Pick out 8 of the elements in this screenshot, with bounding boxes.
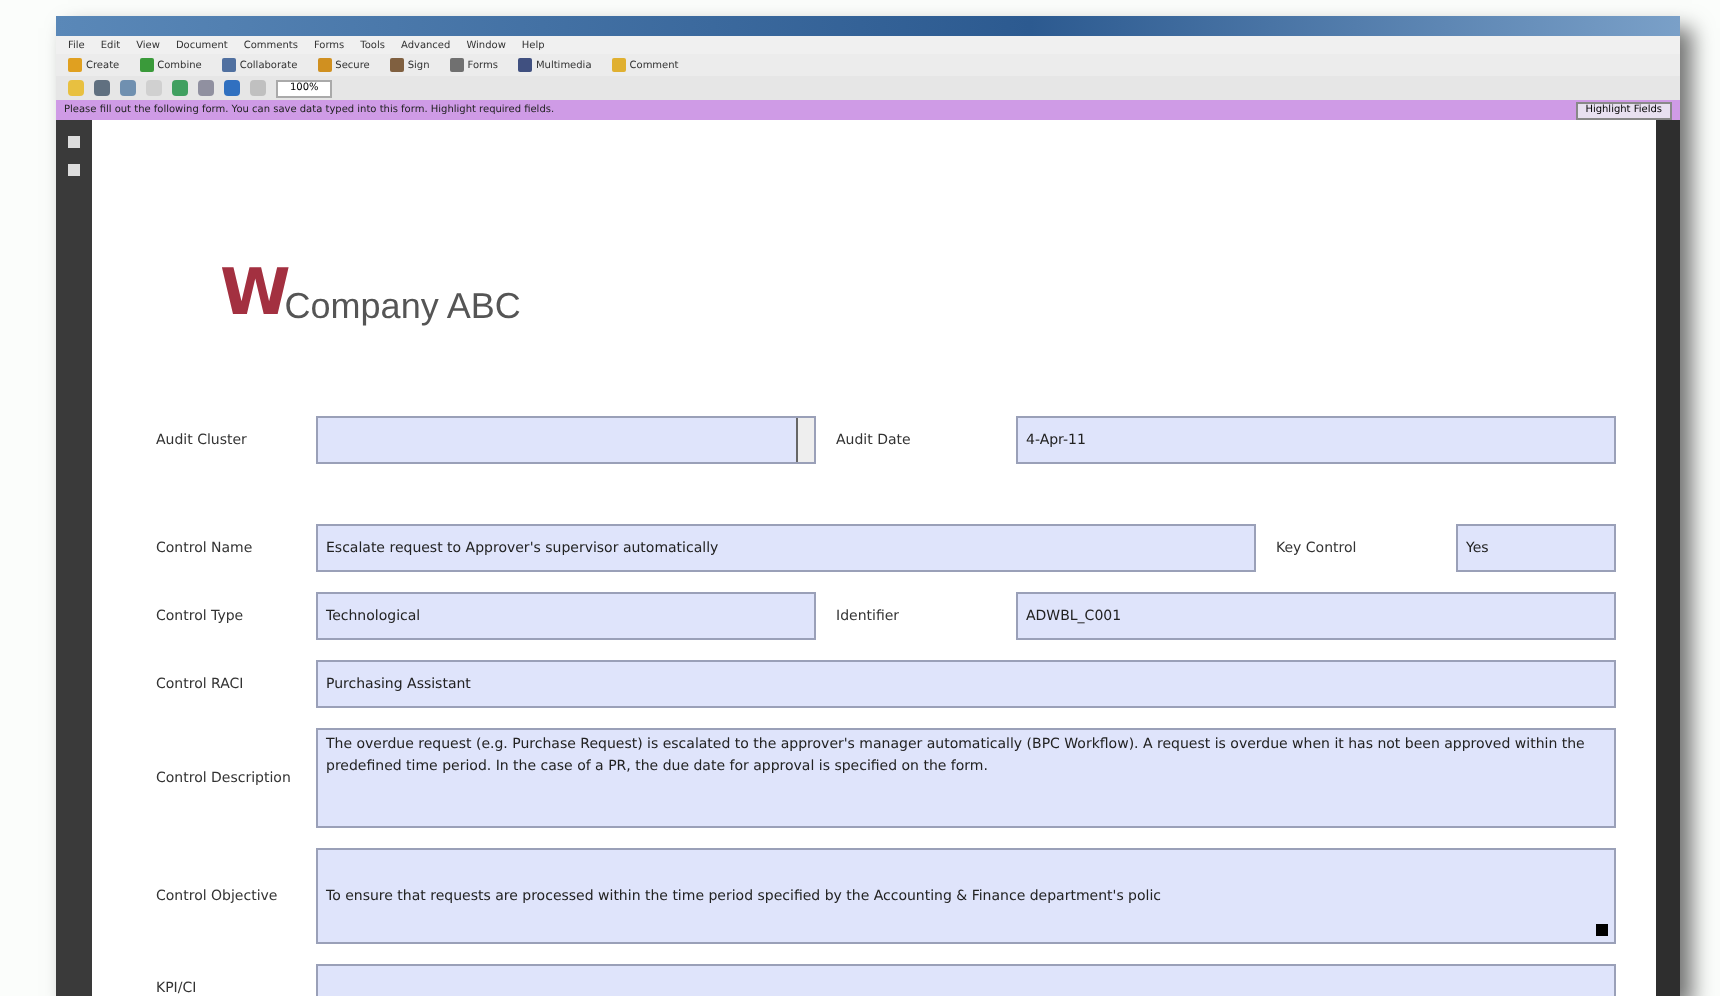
form-field[interactable] bbox=[316, 416, 816, 464]
page-icon[interactable] bbox=[68, 164, 80, 176]
logo-mark: W bbox=[220, 260, 285, 324]
page-icon[interactable] bbox=[68, 136, 80, 148]
spinner-icon[interactable] bbox=[796, 418, 814, 462]
scroll-bar[interactable] bbox=[1656, 120, 1680, 996]
company-name: Company ABC bbox=[284, 286, 521, 328]
overflow-icon bbox=[1596, 924, 1608, 936]
